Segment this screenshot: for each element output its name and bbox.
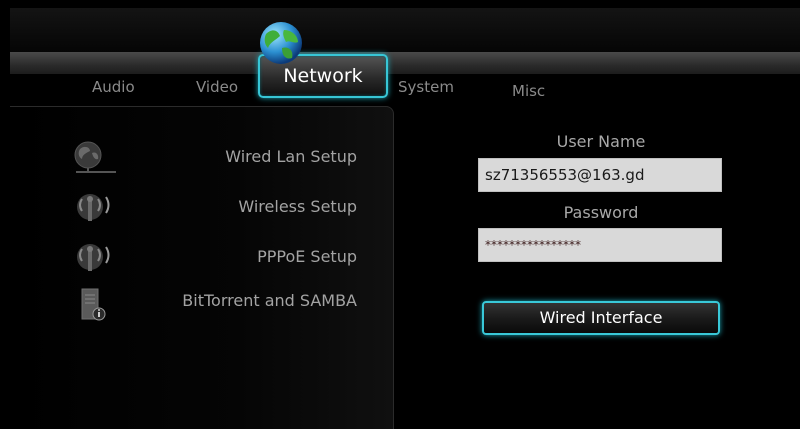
server-info-icon bbox=[81, 288, 106, 321]
menu-item-wired-lan-setup[interactable]: Wired Lan Setup bbox=[225, 147, 357, 166]
password-label: Password bbox=[563, 203, 639, 222]
tab-misc[interactable]: Misc bbox=[512, 82, 545, 100]
menu-item-wireless-setup[interactable]: Wireless Setup bbox=[238, 197, 357, 216]
username-field[interactable]: sz71356553@163.gd bbox=[478, 158, 722, 192]
wireless-antenna-icon bbox=[77, 244, 110, 271]
globe-icon bbox=[260, 22, 302, 64]
tab-bar bbox=[10, 52, 800, 74]
username-label: User Name bbox=[556, 132, 646, 151]
tab-network-label: Network bbox=[283, 65, 363, 87]
wired-interface-button[interactable]: Wired Interface bbox=[482, 301, 720, 335]
password-field[interactable]: **************** bbox=[478, 228, 722, 262]
menu-item-pppoe-setup[interactable]: PPPoE Setup bbox=[257, 247, 357, 266]
wired-interface-button-label: Wired Interface bbox=[539, 308, 663, 327]
tab-audio[interactable]: Audio bbox=[92, 78, 135, 96]
network-globe-icon bbox=[74, 141, 116, 173]
tab-system[interactable]: System bbox=[398, 78, 454, 96]
wireless-antenna-icon bbox=[77, 194, 110, 221]
settings-screen: Audio Video Network System Misc Wired La… bbox=[10, 8, 800, 429]
menu-item-bittorrent-samba[interactable]: BitTorrent and SAMBA bbox=[182, 291, 357, 310]
tab-video[interactable]: Video bbox=[196, 78, 238, 96]
top-shade bbox=[10, 8, 800, 52]
network-menu-panel: Wired Lan Setup Wireless Setup PPPoE Set… bbox=[10, 106, 394, 429]
